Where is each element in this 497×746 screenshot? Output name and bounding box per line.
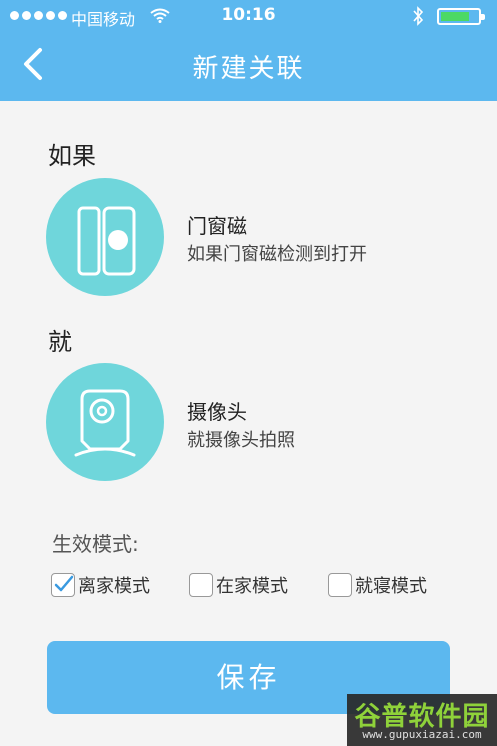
mode-option-label: 就寝模式 [355,576,427,597]
checkmark-icon [54,575,74,592]
mode-option-sleep[interactable]: 就寝模式 [328,570,427,600]
door-sensor-icon [77,206,136,276]
page-title: 新建关联 [192,54,305,84]
mode-option-away[interactable]: 离家模式 [51,570,150,600]
mode-option-label: 离家模式 [78,576,150,597]
watermark-url: www.gupuxiazai.com [362,728,482,741]
condition-device-name: 门窗磁 [187,214,247,238]
app-header: 中国移动 10:16 新建关联 [0,0,497,101]
mode-label: 生效模式: [52,532,139,556]
condition-device-button[interactable] [46,178,164,296]
action-device-button[interactable] [46,363,164,481]
action-description: 就摄像头拍照 [187,430,295,451]
bluetooth-icon [413,6,424,26]
checkbox-sleep[interactable] [328,573,352,597]
checkbox-home[interactable] [189,573,213,597]
watermark: 谷普软件园 www.gupuxiazai.com [347,694,497,746]
condition-label: 如果 [48,142,96,170]
action-device-name: 摄像头 [187,400,247,424]
camera-icon [74,389,136,457]
checkbox-away[interactable] [51,573,75,597]
mode-option-label: 在家模式 [216,576,288,597]
battery-icon [437,8,485,25]
mode-option-home[interactable]: 在家模式 [189,570,288,600]
status-bar: 中国移动 10:16 [0,0,497,32]
condition-description: 如果门窗磁检测到打开 [187,244,367,265]
action-label: 就 [48,328,72,356]
